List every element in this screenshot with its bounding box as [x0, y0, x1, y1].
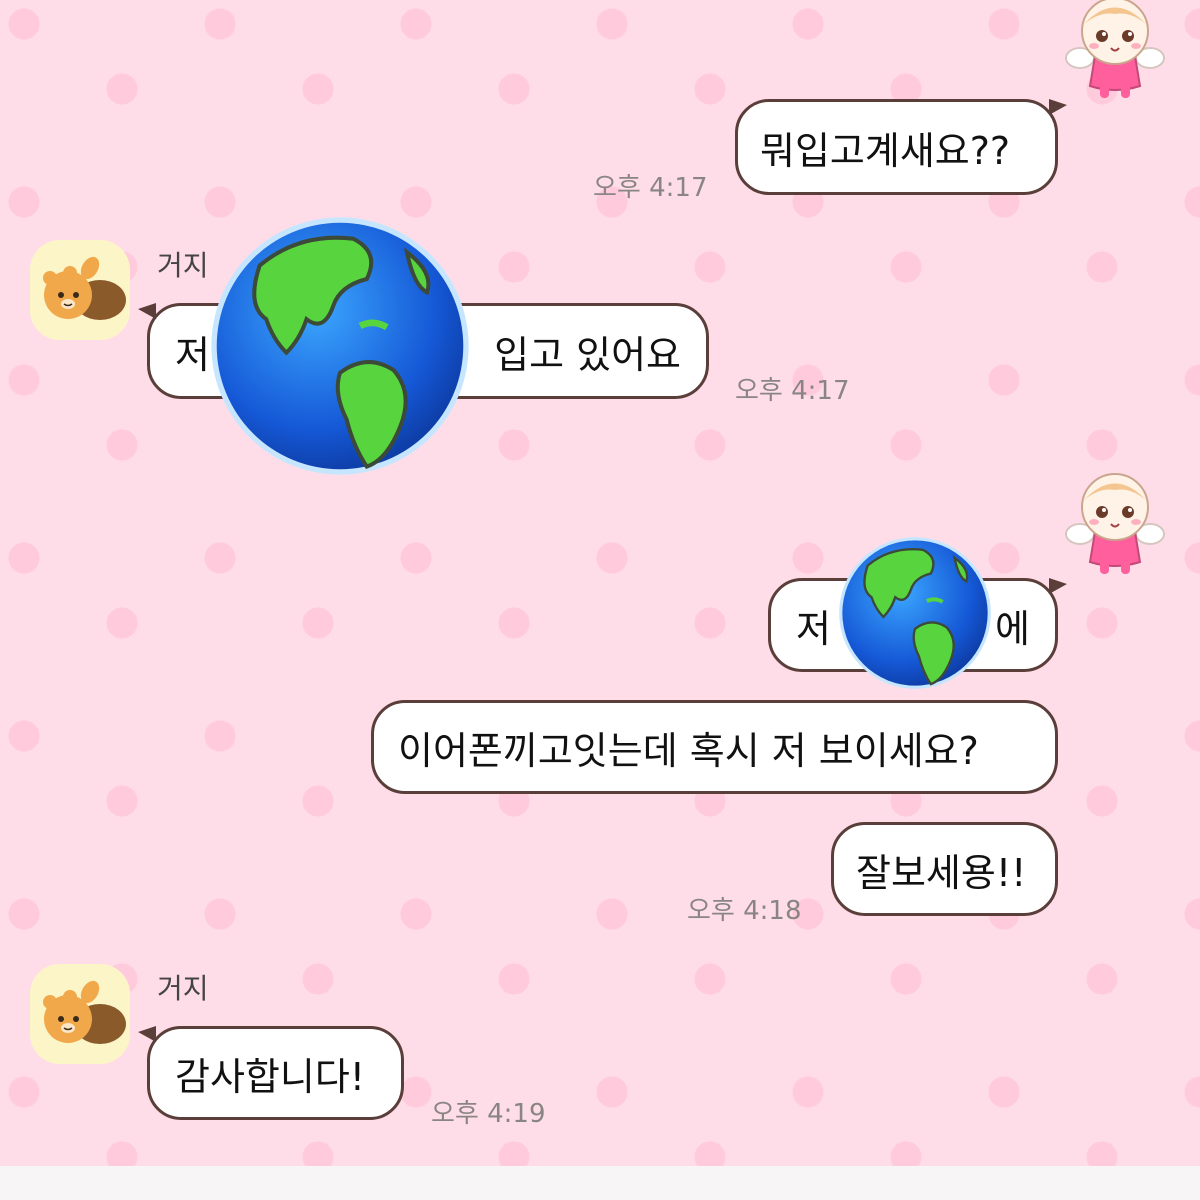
angel-character-icon	[1060, 0, 1170, 106]
globe-emoji-icon	[206, 210, 474, 482]
message-text-end: 입고 있어요	[494, 332, 681, 377]
message-time: 오후 4:17	[593, 173, 708, 203]
message-bubble[interactable]: 감사합니다!	[138, 1026, 404, 1120]
sender-avatar[interactable]	[30, 964, 130, 1064]
sender-avatar[interactable]	[30, 240, 130, 340]
message-time: 오후 4:17	[735, 376, 850, 406]
message-text: 감사합니다!	[175, 1054, 366, 1099]
message-time: 오후 4:18	[687, 896, 802, 926]
message-text: 이어폰끼고잇는데 혹시 저 보이세요?	[398, 728, 979, 773]
globe-emoji-icon	[836, 534, 994, 692]
lion-character-icon	[30, 240, 130, 340]
angel-character-icon	[1060, 462, 1170, 582]
message-time: 오후 4:19	[431, 1099, 546, 1129]
message-text: 잘보세용!!	[856, 850, 1027, 895]
message-text: 뭐입고계새요??	[760, 128, 1011, 173]
message-bubble[interactable]: 뭐입고계새요??	[735, 99, 1067, 195]
lion-character-icon	[30, 964, 130, 1064]
message-bubble[interactable]: 잘보세용!!	[831, 822, 1058, 916]
bottom-bar	[0, 1166, 1200, 1200]
sender-name: 거지	[157, 972, 209, 1005]
chat-area: 뭐입고계새요?? 오후 4:17 거지 저 입고 있어요 오후 4:17 저 에…	[0, 0, 1200, 1200]
sender-name: 거지	[157, 249, 209, 282]
message-bubble[interactable]: 이어폰끼고잇는데 혹시 저 보이세요?	[371, 700, 1058, 794]
message-text-start: 저	[175, 332, 210, 377]
message-text-start: 저	[796, 606, 831, 651]
message-text-end: 에	[995, 606, 1030, 651]
